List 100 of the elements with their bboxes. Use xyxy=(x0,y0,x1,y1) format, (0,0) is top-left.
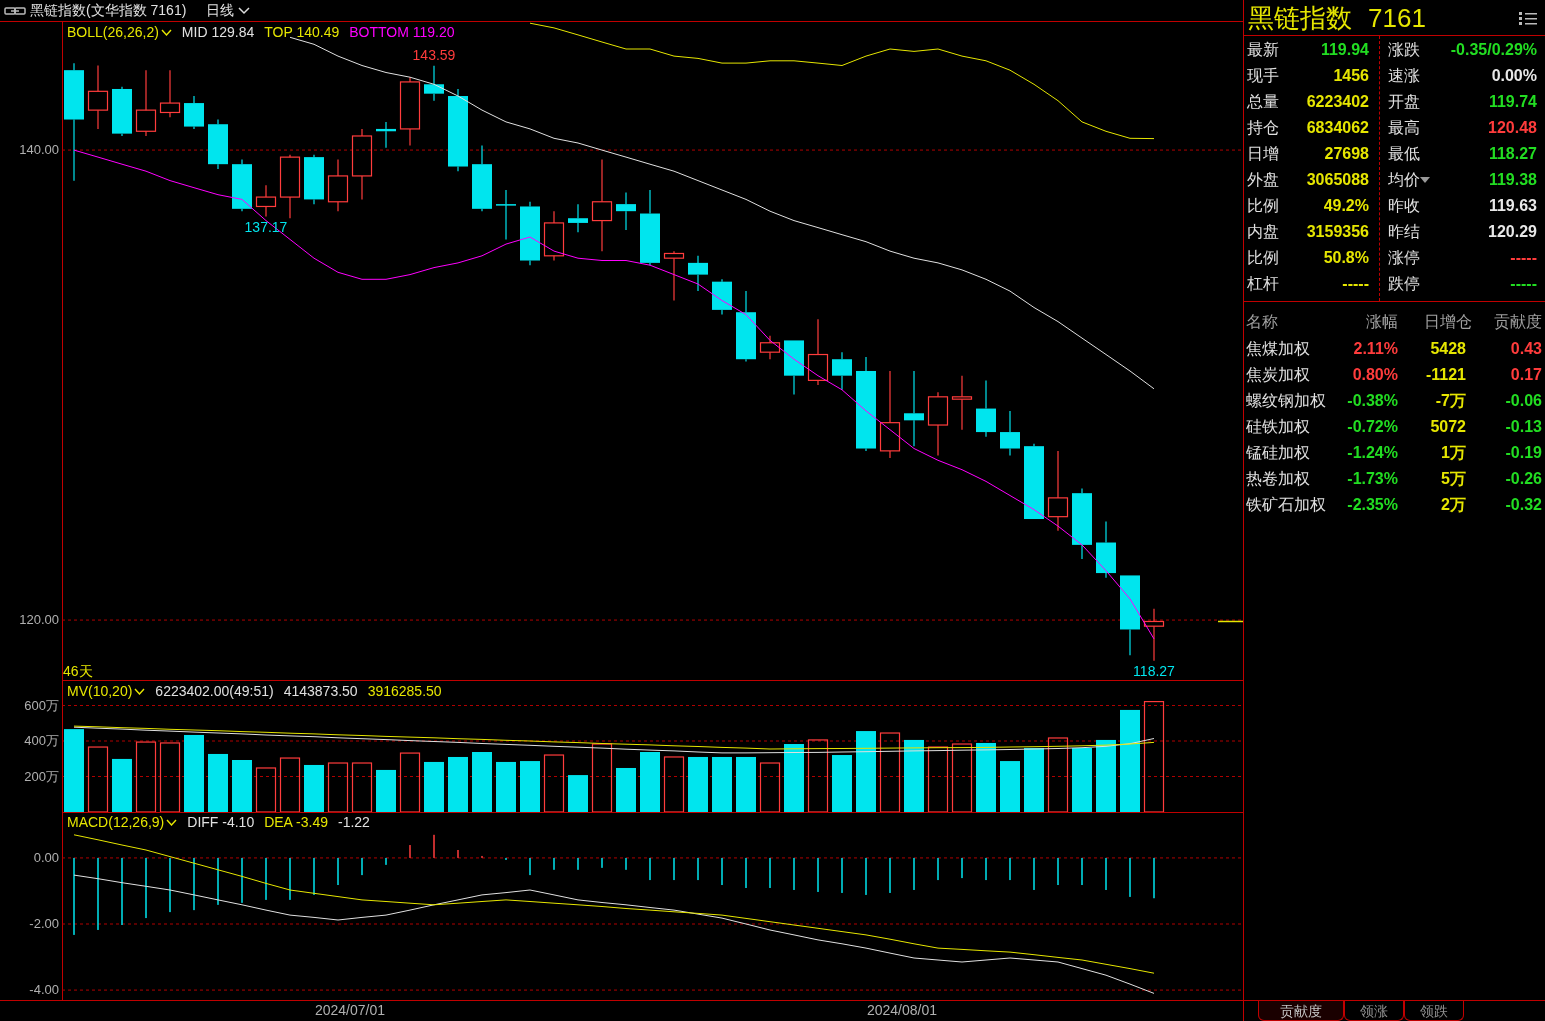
quote-value: ----- xyxy=(1342,274,1369,294)
chevron-icon[interactable] xyxy=(166,818,178,826)
indicator-value: BOTTOM 119.20 xyxy=(349,25,455,39)
candlestick xyxy=(543,210,565,262)
table-cell-text: -7万 xyxy=(1434,391,1467,411)
candlestick xyxy=(159,69,181,118)
price-annotation: 118.27 xyxy=(1133,662,1175,679)
quote-value: 120.48 xyxy=(1488,118,1537,138)
quote-label: 均价 xyxy=(1388,170,1420,190)
table-cell-text: -0.13 xyxy=(1504,417,1542,437)
candlestick xyxy=(927,391,949,457)
candlestick xyxy=(759,335,781,360)
candlestick xyxy=(376,121,396,149)
quote-label: 最新 xyxy=(1247,40,1279,60)
table-cell-text: -0.72% xyxy=(1346,417,1398,437)
candlestick xyxy=(1096,520,1116,579)
menu-icon[interactable] xyxy=(1519,10,1537,25)
quote-value: 119.63 xyxy=(1488,196,1537,216)
candlestick xyxy=(255,184,277,218)
table-cell-text: 0.17 xyxy=(1509,365,1542,385)
axis-label: 400万 xyxy=(24,733,59,748)
quote-value: 50.8% xyxy=(1323,248,1369,268)
table-cell-text: -0.26 xyxy=(1504,469,1542,489)
table-cell-text: 锰硅加权 xyxy=(1246,443,1311,463)
quote-value: 27698 xyxy=(1324,144,1369,164)
quote-value: 119.94 xyxy=(1320,40,1369,60)
column-header: 名称 xyxy=(1246,312,1279,332)
table-cell-text: 1万 xyxy=(1440,443,1467,463)
quote-label: 总量 xyxy=(1247,92,1279,112)
table-cell-text: -0.06 xyxy=(1504,391,1542,411)
date-label: 2024/07/01 xyxy=(314,1003,386,1017)
quote-label: 涨跌 xyxy=(1388,40,1420,60)
last-price-marker xyxy=(1217,620,1243,623)
quote-value: 3065088 xyxy=(1306,170,1369,190)
table-cell-text: -2.35% xyxy=(1346,495,1398,515)
axis-label: 0.00 xyxy=(33,849,59,865)
quote-label: 跌停 xyxy=(1388,274,1420,294)
candlestick xyxy=(112,86,132,137)
candlestick xyxy=(976,379,996,438)
table-cell-text: -0.38% xyxy=(1346,391,1398,411)
axis-label: 600万 xyxy=(24,697,59,713)
chevron-icon[interactable] xyxy=(134,687,146,695)
indicator-value: 3916285.50 xyxy=(367,684,442,698)
chevron-icon[interactable] xyxy=(160,28,172,36)
quote-value: 119.74 xyxy=(1488,92,1537,112)
quote-value: 49.2% xyxy=(1323,196,1369,216)
instrument-code: 7161 xyxy=(1368,4,1426,31)
quote-label: 内盘 xyxy=(1247,222,1279,242)
candlestick xyxy=(712,278,732,316)
candlestick xyxy=(951,375,973,431)
candlestick xyxy=(688,255,708,292)
chart-title: 黑链指数(文华指数 7161) xyxy=(30,1,187,20)
indicator-value: 6223402.00(49:51) xyxy=(155,684,274,698)
quote-label: 速涨 xyxy=(1388,66,1420,86)
candlestick xyxy=(304,154,324,205)
dropdown-icon[interactable] xyxy=(1420,177,1430,183)
candlestick xyxy=(232,158,252,212)
quote-label: 涨停 xyxy=(1388,248,1420,268)
axis-label: 200万 xyxy=(24,768,59,784)
panel-tab[interactable]: 贡献度 xyxy=(1258,1001,1344,1021)
candlestick xyxy=(472,144,492,212)
indicator-value: TOP 140.49 xyxy=(264,25,340,39)
date-label: 2024/08/01 xyxy=(866,1003,938,1017)
candlestick xyxy=(208,118,228,170)
quote-label: 日增 xyxy=(1247,144,1279,164)
candlestick xyxy=(135,69,157,137)
chevron-icon[interactable] xyxy=(238,6,251,15)
quote-value: 120.29 xyxy=(1488,222,1537,242)
candlestick xyxy=(663,250,685,302)
table-cell-text: 铁矿石加权 xyxy=(1246,495,1327,515)
candlestick xyxy=(784,339,804,396)
indicator-value: DEA -3.49 xyxy=(264,815,328,829)
period-dropdown[interactable]: 日线 xyxy=(206,0,251,21)
indicator-dropdown[interactable]: MV(10,20) xyxy=(67,684,146,698)
candlestick xyxy=(279,154,301,219)
panel-tab[interactable]: 领涨 xyxy=(1344,1001,1404,1021)
table-cell-text: 2万 xyxy=(1440,495,1467,515)
panel-tab[interactable]: 领跌 xyxy=(1404,1001,1464,1021)
quote-label: 昨结 xyxy=(1388,222,1420,242)
axis-label: -2.00 xyxy=(29,916,59,931)
indicator-dropdown[interactable]: MACD(12,26,9) xyxy=(67,815,178,829)
quote-value: -0.35/0.29% xyxy=(1450,40,1537,60)
quote-value: ----- xyxy=(1510,274,1537,294)
table-cell-text: 5072 xyxy=(1429,417,1467,437)
column-header: 日增仓 xyxy=(1423,312,1472,332)
column-header: 贡献度 xyxy=(1493,312,1542,332)
quote-label: 最高 xyxy=(1388,118,1420,138)
quote-value: 119.38 xyxy=(1488,170,1537,190)
indicator-value: -1.22 xyxy=(338,815,370,829)
candlestick xyxy=(399,76,421,146)
indicator-value: 4143873.50 xyxy=(283,684,358,698)
candlestick xyxy=(616,191,636,231)
table-cell-text: -1.24% xyxy=(1346,443,1398,463)
indicator-dropdown[interactable]: BOLL(26,26,2) xyxy=(67,25,172,39)
quote-value: 6834062 xyxy=(1306,118,1369,138)
day-count: 46天 xyxy=(63,664,93,678)
axis-label: 140.00 xyxy=(19,142,59,158)
candlestick xyxy=(1000,410,1020,457)
link-icon[interactable] xyxy=(4,5,26,16)
quote-label: 比例 xyxy=(1247,196,1279,216)
